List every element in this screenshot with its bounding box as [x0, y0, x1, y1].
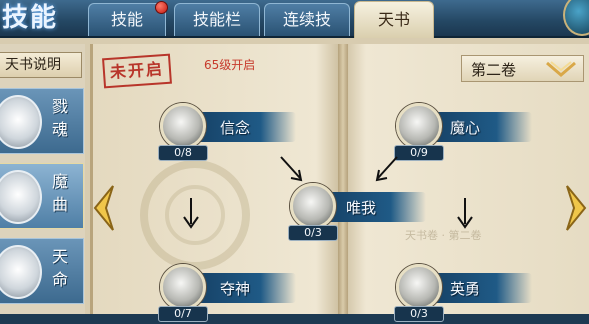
skill-level: 0/7 — [158, 306, 208, 322]
diagonal-arrow-icon — [280, 156, 303, 182]
volume-selector[interactable]: 第二卷 — [461, 55, 584, 82]
tab-tianshu[interactable]: 天书 — [354, 1, 434, 38]
down-arrow-icon — [183, 198, 199, 229]
vortex-icon — [290, 183, 336, 229]
demon-mask-icon — [0, 95, 42, 149]
cup-icon — [396, 103, 442, 149]
tab-combo[interactable]: 连续技 — [264, 3, 350, 36]
demon-mask-icon — [0, 245, 42, 299]
prev-page-arrow-icon[interactable] — [91, 183, 117, 233]
sidebar-item-luhun[interactable]: 戮魂 — [0, 88, 84, 154]
skill-name: 夺神 — [220, 280, 251, 298]
close-orb-icon[interactable] — [563, 0, 589, 36]
cup-icon — [160, 103, 206, 149]
wave-icon — [396, 264, 442, 310]
notification-dot — [155, 1, 168, 14]
next-page-arrow-icon[interactable] — [563, 183, 589, 233]
not-opened-stamp: 未开启 — [102, 53, 172, 89]
demon-mask-icon — [0, 170, 42, 224]
skill-node-yingyong[interactable]: 英勇 0/3 — [386, 264, 536, 324]
sidebar-item-moqu[interactable]: 魔曲 — [0, 163, 84, 229]
skill-node-duoshen[interactable]: 夺神 0/7 — [150, 264, 300, 324]
skill-name: 信念 — [220, 119, 251, 137]
skill-level: 0/9 — [394, 145, 444, 161]
down-arrow-icon — [457, 198, 473, 229]
sidebar-item-tianming[interactable]: 天命 — [0, 238, 84, 304]
skill-level: 0/3 — [394, 306, 444, 322]
unlock-level-text: 65级开启 — [204, 58, 256, 72]
book-spine — [338, 44, 348, 314]
sidebar-item-label: 戮魂 — [51, 97, 68, 139]
skill-name: 英勇 — [450, 280, 481, 298]
volume-label: 第二卷 — [471, 61, 517, 79]
skill-name: 魔心 — [450, 119, 481, 137]
skill-node-moxin[interactable]: 魔心 0/9 — [386, 103, 536, 163]
tab-skill-bar[interactable]: 技能栏 — [174, 3, 260, 36]
sidebar-item-label: 魔曲 — [51, 172, 68, 214]
skill-level: 0/3 — [288, 225, 338, 241]
game-title: 技能 — [2, 3, 59, 33]
skill-node-weiwo[interactable]: 唯我 0/3 — [280, 183, 430, 243]
ribbon-icon — [546, 61, 576, 77]
tianshu-help-button[interactable]: 天书说明 — [0, 52, 82, 78]
sidebar-item-label: 天命 — [51, 247, 68, 289]
skill-name: 唯我 — [346, 199, 377, 217]
top-bar: 技能 技能 技能栏 连续技 天书 — [0, 0, 589, 38]
diagonal-arrow-icon — [375, 156, 398, 182]
storm-icon — [160, 264, 206, 310]
skill-level: 0/8 — [158, 145, 208, 161]
